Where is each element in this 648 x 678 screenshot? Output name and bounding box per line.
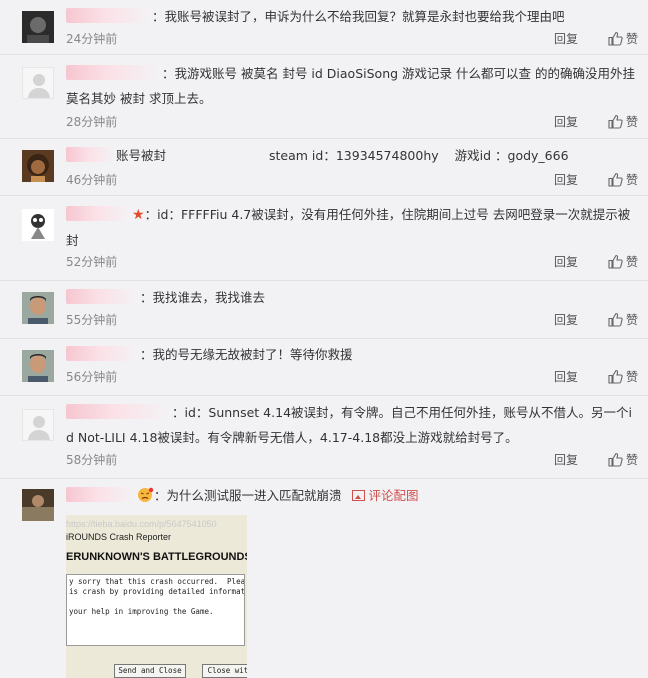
send-and-close-button: Send and Close [114,664,186,678]
star-icon: ★ [132,207,145,223]
comment-time: 28分钟前 [66,115,118,129]
like-button[interactable]: 赞 [608,451,638,472]
username[interactable] [66,65,162,80]
like-label: 赞 [625,173,638,187]
thumbs-up-icon [608,369,623,389]
user-avatar[interactable] [22,67,54,99]
like-button[interactable]: 赞 [608,171,638,192]
username[interactable] [66,346,140,361]
comment-image[interactable]: https://tieba.baidu.com/p/5647541050 iRO… [66,515,247,678]
comment-time: 46分钟前 [66,173,118,187]
user-avatar[interactable] [22,209,54,241]
comment-item: ：我账号被误封了，申诉为什么不给我回复？就算是永封也要给我个理由吧 24分钟前 … [0,0,648,55]
close-without-sending-button: Close wit [202,664,247,678]
comment-body: ：我找谁去，我找谁去 55分钟前 回复 赞 [66,281,638,327]
comment-item: 账号被封 steam id：13934574800hy 游戏id ：gody_666… [0,139,648,196]
reply-button[interactable]: 回复 [554,253,578,271]
like-label: 赞 [625,255,638,269]
comment-time: 52分钟前 [66,255,118,269]
username[interactable] [66,404,172,419]
username[interactable] [66,147,116,162]
comment-body: ：为什么测试服一进入匹配就崩溃 评论配图 [66,479,638,508]
user-avatar[interactable] [22,292,54,324]
comment-item: ：我找谁去，我找谁去 55分钟前 回复 赞 [0,281,648,339]
user-avatar[interactable] [22,489,54,521]
thumbs-up-icon [608,31,623,51]
comment-item: ：我游戏账号 被莫名 封号 id DiaoSiSong 游戏记录 什么都可以查 … [0,55,648,139]
user-avatar[interactable] [22,150,54,182]
like-label: 赞 [625,32,638,46]
user-avatar[interactable] [22,350,54,382]
comment-body: ：我游戏账号 被莫名 封号 id DiaoSiSong 游戏记录 什么都可以查 … [66,55,638,129]
comment-body: ★：id：FFFFFiu 4.7被误封，没有用任何外挂，住院期间上过号 去网吧登… [66,196,638,269]
like-button[interactable]: 赞 [608,30,638,51]
image-icon [351,490,365,501]
comment-item: ：我的号无缘无故被封了！等待你救援 56分钟前 回复 赞 [0,339,648,396]
thumbs-up-icon [608,312,623,332]
comment-item: ★：id：FFFFFiu 4.7被误封，没有用任何外挂，住院期间上过号 去网吧登… [0,196,648,281]
comment-item: ：id：Sunnset 4.14被误封，有令牌。自己不用任何外挂，账号从不借人。… [0,396,648,479]
thumbs-up-icon [608,114,623,134]
user-avatar[interactable] [22,11,54,43]
comment-text: ：我账号被误封了，申诉为什么不给我回复？就算是永封也要给我个理由吧 [152,9,565,24]
reply-button[interactable]: 回复 [554,451,578,469]
comment-body: ：id：Sunnset 4.14被误封，有令牌。自己不用任何外挂，账号从不借人。… [66,396,638,467]
comment-time: 24分钟前 [66,32,118,46]
comment-time: 55分钟前 [66,313,118,327]
reply-button[interactable]: 回复 [554,113,578,131]
like-label: 赞 [625,370,638,384]
comment-time: 58分钟前 [66,453,118,467]
comment-text-part: 游戏id ：gody_666 [454,148,569,163]
like-label: 赞 [625,453,638,467]
username[interactable] [66,289,140,304]
reply-button[interactable]: 回复 [554,30,578,48]
comment-body: ：我账号被误封了，申诉为什么不给我回复？就算是永封也要给我个理由吧 24分钟前 … [66,0,638,46]
comment-image-link[interactable]: 评论配图 [369,488,419,503]
like-button[interactable]: 赞 [608,253,638,274]
comment-text: ：我找谁去，我找谁去 [140,290,266,305]
like-button[interactable]: 赞 [608,113,638,134]
comment-text: ：id：FFFFFiu 4.7被误封，没有用任何外挂，住院期间上过号 去网吧登录… [66,207,631,248]
reply-button[interactable]: 回复 [554,311,578,329]
reply-button[interactable]: 回复 [554,368,578,386]
like-label: 赞 [625,313,638,327]
username[interactable] [66,206,132,221]
crash-message: y sorry that this crash occurred. Please… [66,574,245,646]
user-avatar[interactable] [22,409,54,441]
crash-game-title: ERUNKNOWN'S BATTLEGROUNDS p [66,551,247,563]
username[interactable] [66,8,152,23]
comment-text-part: steam id：13934574800hy [269,148,439,163]
username[interactable] [66,487,136,502]
crash-reporter-title: iROUNDS Crash Reporter [66,532,172,542]
like-button[interactable]: 赞 [608,368,638,389]
like-button[interactable]: 赞 [608,311,638,332]
image-watermark-url: https://tieba.baidu.com/p/5647541050 [66,519,217,529]
comment-time: 56分钟前 [66,370,118,384]
comment-body: 账号被封 steam id：13934574800hy 游戏id ：gody_666… [66,139,638,187]
comment-text-part: 账号被封 [116,148,167,163]
thumbs-up-icon [608,452,623,472]
comment-text: ：我的号无缘无故被封了！等待你救援 [140,347,353,362]
comment-body: ：我的号无缘无故被封了！等待你救援 56分钟前 回复 赞 [66,339,638,384]
like-label: 赞 [625,115,638,129]
reply-button[interactable]: 回复 [554,171,578,189]
comment-text: ：为什么测试服一进入匹配就崩溃 [154,488,342,503]
thumbs-up-icon [608,172,623,192]
angry-emoji-icon [136,486,154,502]
thumbs-up-icon [608,254,623,274]
